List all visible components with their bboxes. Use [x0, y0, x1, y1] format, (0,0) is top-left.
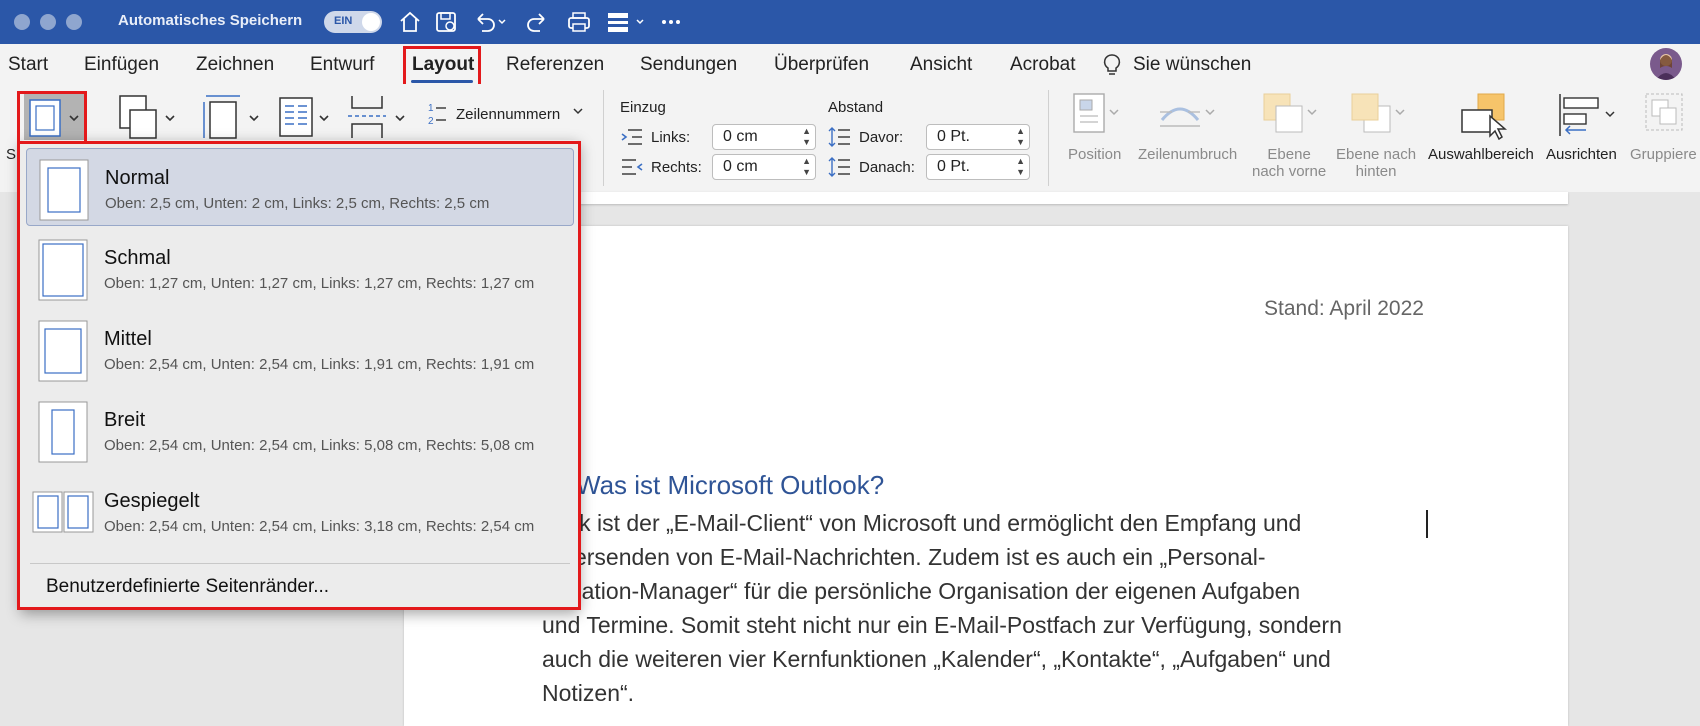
- indent-right-value: 0 cm: [723, 158, 758, 175]
- selection-pane-button[interactable]: Auswahlbereich: [1428, 146, 1534, 163]
- save-icon[interactable]: [434, 9, 458, 35]
- body-line-6[interactable]: Notizen“.: [542, 680, 634, 707]
- columns-icon[interactable]: [276, 92, 338, 147]
- tab-referenzen[interactable]: Referenzen: [506, 54, 604, 76]
- title-bar: Automatisches Speichern EIN: [0, 0, 1700, 44]
- chevron-down-icon[interactable]: [572, 104, 584, 122]
- stepper-icon[interactable]: ▲ ▼: [802, 156, 811, 178]
- line-numbers-icon[interactable]: 12: [426, 100, 448, 131]
- autosave-toggle-label: EIN: [334, 15, 353, 27]
- stepper-icon[interactable]: ▲ ▼: [1016, 126, 1025, 148]
- spacing-before-icon: [828, 126, 852, 153]
- ribbon-divider: [1048, 90, 1049, 186]
- close-window-button[interactable]: [14, 14, 30, 30]
- bring-forward-label-2: nach vorne: [1252, 163, 1327, 180]
- highlight-margins-button: [17, 91, 87, 144]
- lightbulb-icon: [1102, 53, 1122, 82]
- send-backward-label-1: Ebene nach: [1336, 146, 1417, 163]
- spacing-before-label: Davor:: [859, 129, 904, 146]
- spacing-after-label: Danach:: [859, 159, 915, 176]
- orientation-icon[interactable]: [116, 92, 178, 147]
- indent-right-field[interactable]: 0 cm ▲ ▼: [712, 154, 816, 180]
- document-heading[interactable]: Was ist Microsoft Outlook?: [576, 470, 884, 501]
- ribbon-tabs: Start Einfügen Zeichnen Entwurf Layout R…: [0, 44, 1700, 84]
- body-line-1[interactable]: tlook ist der „E-Mail-Client“ von Micros…: [542, 510, 1301, 537]
- document-date: Stand: April 2022: [1264, 297, 1424, 320]
- group-button[interactable]: Gruppiere: [1630, 146, 1697, 163]
- toggle-knob: [362, 13, 380, 31]
- tab-entwurf[interactable]: Entwurf: [310, 54, 374, 76]
- send-backward-button[interactable]: Ebene nach hinten: [1336, 146, 1416, 180]
- indent-left-value: 0 cm: [723, 128, 758, 145]
- undo-icon[interactable]: [472, 9, 506, 35]
- margins-label: S: [6, 146, 17, 163]
- line-numbers-button[interactable]: Zeilennummern: [456, 106, 560, 123]
- stepper-icon[interactable]: ▲ ▼: [1016, 156, 1025, 178]
- autosave-toggle[interactable]: EIN: [324, 11, 382, 33]
- indent-right-icon: [620, 158, 644, 181]
- align-button[interactable]: Ausrichten: [1546, 146, 1617, 163]
- bring-forward-button[interactable]: Ebene nach vorne: [1252, 146, 1326, 180]
- home-icon[interactable]: [398, 9, 422, 35]
- body-line-3[interactable]: ormation-Manager“ für die persönliche Or…: [542, 578, 1300, 605]
- wrap-text-button[interactable]: Zeilenumbruch: [1138, 146, 1237, 163]
- tell-me-search[interactable]: Sie wünschen: [1133, 54, 1251, 76]
- highlight-margins-dropdown: [17, 141, 581, 610]
- bring-forward-icon[interactable]: [1262, 92, 1322, 141]
- indent-left-field[interactable]: 0 cm ▲ ▼: [712, 124, 816, 150]
- redo-icon[interactable]: [526, 9, 550, 35]
- spacing-after-field[interactable]: 0 Pt. ▲ ▼: [926, 154, 1030, 180]
- page-size-icon[interactable]: [200, 92, 262, 147]
- spacing-before-field[interactable]: 0 Pt. ▲ ▼: [926, 124, 1030, 150]
- wrap-text-icon[interactable]: [1158, 92, 1218, 141]
- indent-right-label: Rechts:: [651, 159, 702, 176]
- tab-zeichnen[interactable]: Zeichnen: [196, 54, 274, 76]
- body-line-5[interactable]: auch die weiteren vier Kernfunktionen „K…: [542, 646, 1331, 673]
- more-icon[interactable]: [660, 9, 682, 35]
- zoom-window-button[interactable]: [66, 14, 82, 30]
- body-line-4[interactable]: und Termine. Somit steht nicht nur ein E…: [542, 612, 1342, 639]
- customize-layout-icon[interactable]: [606, 9, 648, 35]
- svg-text:2: 2: [428, 116, 434, 126]
- tab-sendungen[interactable]: Sendungen: [640, 54, 737, 76]
- group-icon[interactable]: [1644, 92, 1694, 141]
- position-icon[interactable]: [1072, 92, 1122, 141]
- tab-start[interactable]: Start: [8, 54, 48, 76]
- spacing-before-value: 0 Pt.: [937, 128, 970, 145]
- indent-title: Einzug: [620, 99, 666, 116]
- bring-forward-label-1: Ebene: [1267, 146, 1311, 163]
- spacing-title: Abstand: [828, 99, 884, 116]
- text-cursor: [1426, 510, 1428, 538]
- breaks-icon[interactable]: [346, 92, 408, 147]
- svg-text:1: 1: [428, 103, 434, 114]
- selection-pane-icon[interactable]: [1460, 92, 1516, 145]
- align-icon[interactable]: [1556, 92, 1618, 145]
- body-line-2[interactable]: s Versenden von E-Mail-Nachrichten. Zude…: [542, 544, 1266, 571]
- tab-acrobat[interactable]: Acrobat: [1010, 54, 1075, 76]
- stepper-icon[interactable]: ▲ ▼: [802, 126, 811, 148]
- send-backward-icon[interactable]: [1350, 92, 1410, 141]
- indent-left-label: Links:: [651, 129, 691, 146]
- minimize-window-button[interactable]: [40, 14, 56, 30]
- position-button[interactable]: Position: [1068, 146, 1121, 163]
- ribbon-divider: [603, 90, 604, 186]
- indent-left-icon: [620, 128, 644, 151]
- spacing-after-icon: [828, 156, 852, 183]
- tab-ueberpruefen[interactable]: Überprüfen: [774, 54, 869, 76]
- user-avatar[interactable]: [1650, 48, 1682, 80]
- tab-einfuegen[interactable]: Einfügen: [84, 54, 159, 76]
- spacing-after-value: 0 Pt.: [937, 158, 970, 175]
- send-backward-label-2: hinten: [1355, 163, 1397, 180]
- autosave-label: Automatisches Speichern: [118, 12, 303, 29]
- tab-ansicht[interactable]: Ansicht: [910, 54, 972, 76]
- print-icon[interactable]: [566, 9, 592, 35]
